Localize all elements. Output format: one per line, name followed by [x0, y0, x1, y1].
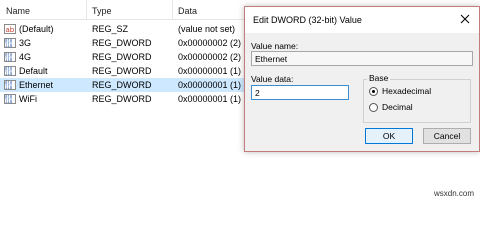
- value-name: Default: [19, 66, 48, 76]
- value-data: 0x00000002 (2): [178, 52, 242, 62]
- value-data: 0x00000001 (1): [178, 66, 242, 76]
- value-name: Ethernet: [19, 80, 54, 90]
- edit-dword-dialog: Edit DWORD (32-bit) Value Value name: Et…: [244, 6, 480, 152]
- svg-text:110: 110: [5, 43, 13, 48]
- base-label: Base: [367, 73, 391, 83]
- close-icon[interactable]: [459, 13, 471, 25]
- ab-string-icon: ab: [4, 24, 16, 34]
- dialog-title: Edit DWORD (32-bit) Value: [253, 15, 362, 25]
- hexadecimal-radio[interactable]: [369, 87, 378, 96]
- binary-value-icon: 010110: [4, 80, 16, 90]
- cancel-button[interactable]: Cancel: [423, 128, 471, 144]
- svg-text:110: 110: [5, 71, 13, 76]
- value-data: 0x00000002 (2): [178, 38, 242, 48]
- column-divider[interactable]: [86, 0, 87, 20]
- value-type: REG_SZ: [92, 24, 129, 34]
- ok-button[interactable]: OK: [365, 128, 413, 144]
- hexadecimal-label[interactable]: Hexadecimal: [382, 86, 431, 96]
- binary-value-icon: 010110: [4, 52, 16, 62]
- column-divider[interactable]: [172, 0, 173, 20]
- decimal-radio[interactable]: [369, 103, 378, 112]
- value-data: 0x00000001 (1): [178, 94, 242, 104]
- value-name-label: Value name:: [251, 41, 299, 51]
- column-name[interactable]: Name: [6, 6, 30, 16]
- decimal-label[interactable]: Decimal: [382, 102, 413, 112]
- value-name: 4G: [19, 52, 32, 62]
- value-data: (value not set): [178, 24, 236, 34]
- value-data-label: Value data:: [251, 74, 294, 84]
- value-type: REG_DWORD: [92, 52, 152, 62]
- binary-value-icon: 010110: [4, 66, 16, 76]
- binary-value-icon: 010110: [4, 94, 16, 104]
- svg-text:110: 110: [5, 57, 13, 62]
- svg-text:110: 110: [5, 85, 13, 90]
- value-type: REG_DWORD: [92, 80, 152, 90]
- dialog-titlebar[interactable]: Edit DWORD (32-bit) Value: [245, 7, 479, 33]
- value-type: REG_DWORD: [92, 66, 152, 76]
- watermark-text: wsxdn.com: [433, 189, 474, 198]
- column-data[interactable]: Data: [178, 6, 197, 16]
- value-data: 0x00000001 (1): [178, 80, 242, 90]
- value-type: REG_DWORD: [92, 94, 152, 104]
- value-name: WiFi: [19, 94, 37, 104]
- value-name: (Default): [19, 24, 54, 34]
- svg-text:ab: ab: [6, 26, 15, 34]
- value-name: 3G: [19, 38, 32, 48]
- svg-text:110: 110: [5, 99, 13, 104]
- column-type[interactable]: Type: [92, 6, 112, 16]
- value-type: REG_DWORD: [92, 38, 152, 48]
- value-name-field: Ethernet: [251, 51, 473, 66]
- value-data-input[interactable]: 2: [251, 85, 349, 100]
- binary-value-icon: 010110: [4, 38, 16, 48]
